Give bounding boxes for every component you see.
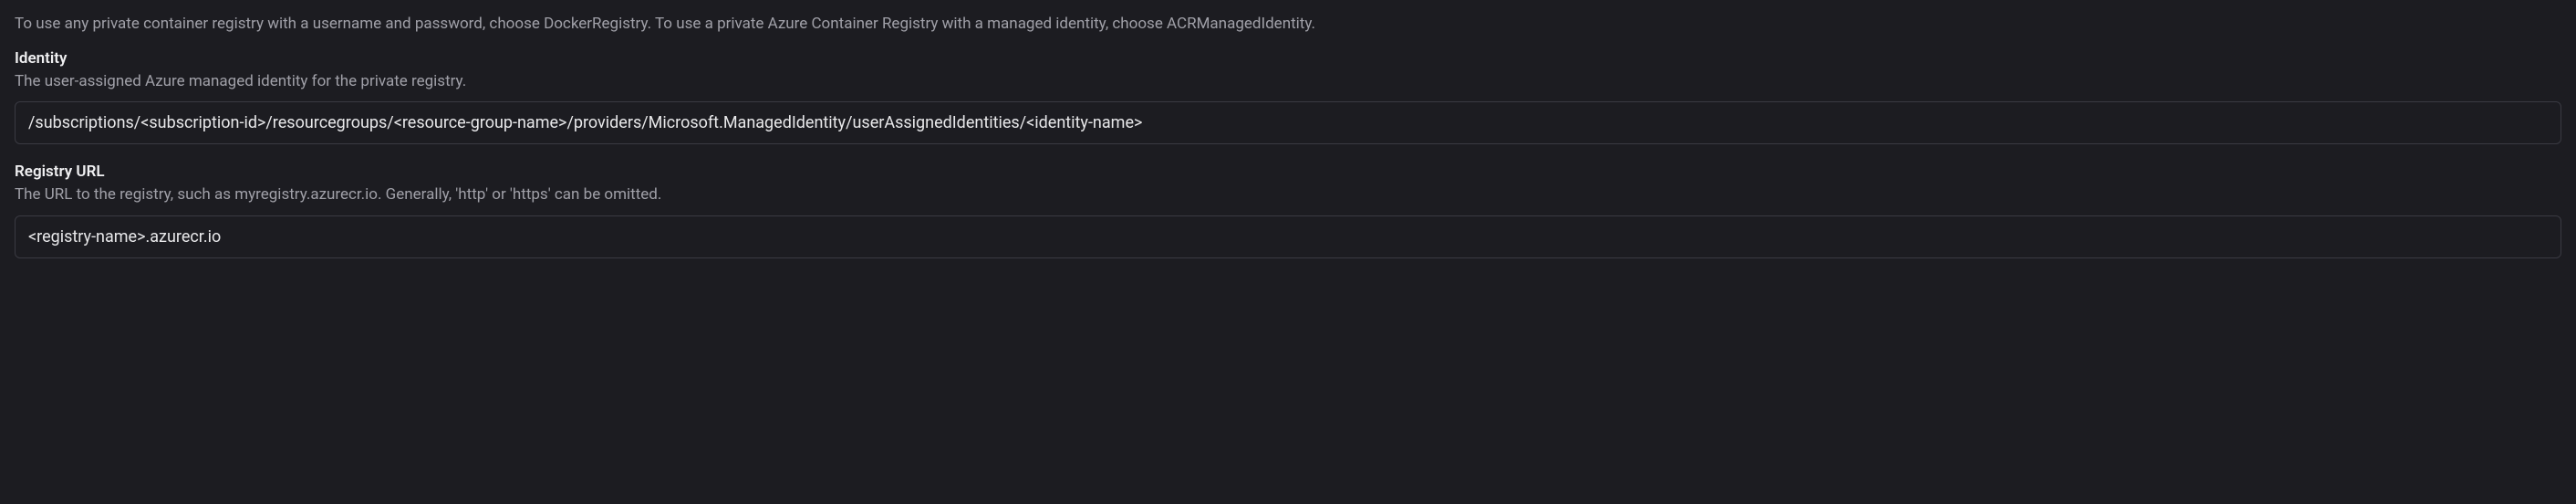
registry-url-description: The URL to the registry, such as myregis…: [15, 184, 2561, 206]
identity-description: The user-assigned Azure managed identity…: [15, 71, 2561, 93]
identity-input[interactable]: [15, 101, 2561, 144]
registry-url-input[interactable]: [15, 215, 2561, 258]
identity-label: Identity: [15, 49, 2561, 68]
intro-description: To use any private container registry wi…: [15, 13, 2561, 37]
registry-url-field-group: Registry URL The URL to the registry, su…: [15, 163, 2561, 258]
identity-field-group: Identity The user-assigned Azure managed…: [15, 49, 2561, 145]
registry-url-label: Registry URL: [15, 163, 2561, 181]
